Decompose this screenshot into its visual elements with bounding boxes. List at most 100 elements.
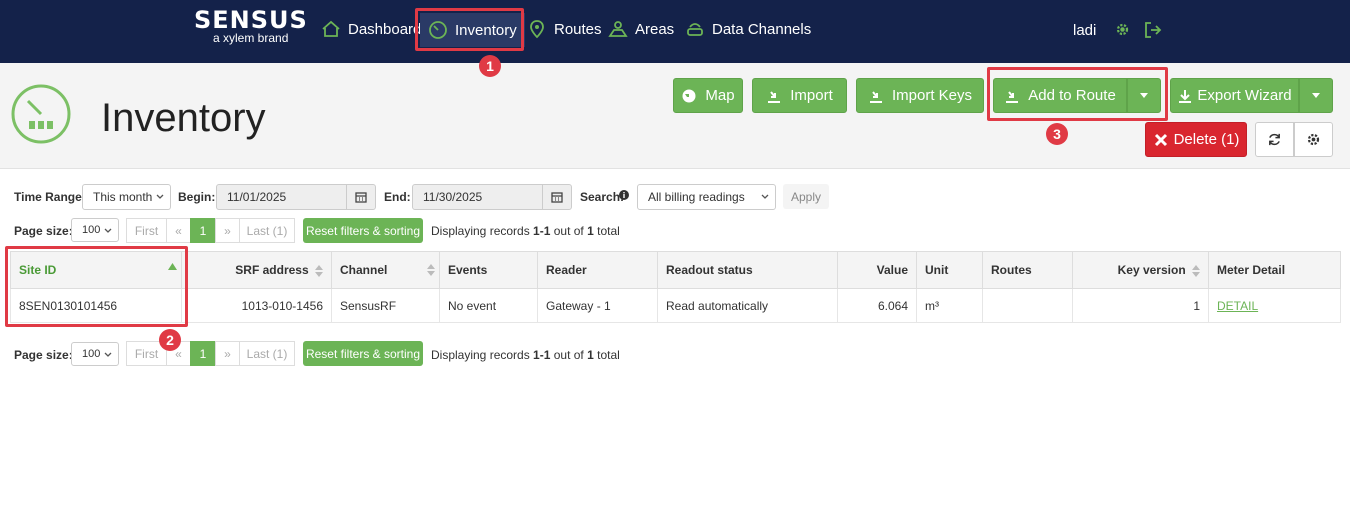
column-header-srf-address[interactable]: SRF address xyxy=(181,251,332,289)
column-header-unit[interactable]: Unit xyxy=(916,251,983,289)
sort-icon xyxy=(1192,264,1200,277)
table-header-row: Site ID SRF address Channel Events Reade… xyxy=(10,251,1341,289)
step-badge-3: 3 xyxy=(1046,123,1068,145)
current-page-button[interactable]: 1 xyxy=(190,218,216,243)
next-page-button[interactable]: » xyxy=(215,218,240,243)
column-header-value[interactable]: Value xyxy=(837,251,917,289)
first-page-button[interactable]: First xyxy=(126,218,167,243)
cell-routes xyxy=(982,288,1073,323)
sort-icon xyxy=(427,264,435,276)
records-out-of: out of xyxy=(550,348,588,362)
end-label: End: xyxy=(384,190,411,204)
column-header-meter-detail[interactable]: Meter Detail xyxy=(1208,251,1341,289)
map-button[interactable]: Map xyxy=(673,78,743,113)
records-prefix: Displaying records xyxy=(431,348,534,362)
router-icon xyxy=(687,23,703,36)
refresh-icon xyxy=(1269,133,1280,146)
apply-button[interactable]: Apply xyxy=(783,184,829,209)
import-icon xyxy=(869,90,882,103)
end-date-value: 11/30/2025 xyxy=(423,190,483,204)
nav-data-channels-label: Data Channels xyxy=(712,20,812,38)
last-page-button[interactable]: Last (1) xyxy=(239,218,295,243)
column-header-routes[interactable]: Routes xyxy=(982,251,1073,289)
close-icon xyxy=(1154,133,1167,146)
last-page-button-bottom[interactable]: Last (1) xyxy=(239,341,295,366)
reset-filters-button-bottom[interactable]: Reset filters & sorting xyxy=(303,341,423,366)
reset-filters-button[interactable]: Reset filters & sorting xyxy=(303,218,423,243)
cell-value: 6.064 xyxy=(837,288,917,323)
step-badge-2: 2 xyxy=(159,329,181,351)
time-range-select[interactable]: This month xyxy=(82,184,171,210)
calendar-icon xyxy=(551,192,563,203)
cell-reader: Gateway - 1 xyxy=(537,288,658,323)
current-page-button-bottom[interactable]: 1 xyxy=(190,341,216,366)
import-keys-label: Import Keys xyxy=(891,87,973,104)
begin-date-value: 11/01/2025 xyxy=(227,190,287,204)
user-name[interactable]: ladi xyxy=(1073,22,1096,39)
logout-icon[interactable] xyxy=(1143,20,1163,40)
download-icon xyxy=(1179,89,1192,103)
time-range-value: This month xyxy=(93,190,153,204)
export-wizard-label: Export Wizard xyxy=(1197,87,1292,104)
import-keys-button[interactable]: Import Keys xyxy=(856,78,984,113)
refresh-button[interactable] xyxy=(1255,122,1294,157)
cell-events: No event xyxy=(439,288,538,323)
export-wizard-dropdown[interactable] xyxy=(1299,78,1333,113)
records-range: 1-1 xyxy=(533,348,551,362)
gear-icon[interactable] xyxy=(1115,22,1130,37)
chevron-down-icon xyxy=(761,194,769,199)
highlight-box-add-to-route xyxy=(987,67,1168,121)
settings-button[interactable] xyxy=(1294,122,1333,157)
chevron-down-icon xyxy=(104,228,112,233)
next-page-button-bottom[interactable]: » xyxy=(215,341,240,366)
page-size-select-bottom[interactable]: 100 xyxy=(71,342,119,366)
import-icon xyxy=(768,90,781,103)
page-size-value: 100 xyxy=(82,224,101,236)
records-suffix: total xyxy=(593,348,620,362)
home-icon xyxy=(322,20,340,37)
inventory-gauge-icon xyxy=(11,84,71,144)
sort-icon xyxy=(315,264,323,277)
info-icon[interactable] xyxy=(619,190,629,200)
records-prefix: Displaying records xyxy=(431,224,534,238)
nav-areas-label: Areas xyxy=(635,20,675,38)
column-header-channel[interactable]: Channel xyxy=(331,251,440,289)
end-date-input[interactable]: 11/30/2025 xyxy=(412,184,544,210)
cell-unit: m³ xyxy=(916,288,983,323)
nav-dashboard[interactable]: Dashboard xyxy=(321,14,421,44)
inventory-table: Site ID SRF address Channel Events Reade… xyxy=(10,251,1341,323)
prev-page-button[interactable]: « xyxy=(166,218,191,243)
nav-routes[interactable]: Routes xyxy=(527,14,602,44)
highlight-box-inventory xyxy=(415,8,524,51)
chevron-down-icon xyxy=(104,352,112,357)
detail-link[interactable]: DETAIL xyxy=(1217,299,1258,313)
export-wizard-button[interactable]: Export Wizard xyxy=(1170,78,1299,113)
nav-dashboard-label: Dashboard xyxy=(348,20,422,38)
step-badge-1: 1 xyxy=(479,55,501,77)
search-label: Search: xyxy=(580,190,625,204)
cell-channel: SensusRF xyxy=(331,288,440,323)
column-header-key-version[interactable]: Key version xyxy=(1072,251,1209,289)
end-calendar-button[interactable] xyxy=(542,184,572,210)
globe-icon xyxy=(682,89,696,102)
delete-label: Delete (1) xyxy=(1173,131,1240,148)
column-header-label: Key version xyxy=(1117,263,1186,277)
nav-data-channels[interactable]: Data Channels xyxy=(685,14,811,44)
table-row[interactable]: 8SEN0130101456 1013-010-1456 SensusRF No… xyxy=(10,288,1341,323)
logo-subtext: a xylem brand xyxy=(213,31,289,45)
nav-areas[interactable]: Areas xyxy=(608,14,674,44)
begin-date-input[interactable]: 11/01/2025 xyxy=(216,184,348,210)
column-header-readout-status[interactable]: Readout status xyxy=(657,251,838,289)
chevron-down-icon xyxy=(156,194,164,199)
import-button[interactable]: Import xyxy=(752,78,847,113)
column-header-reader[interactable]: Reader xyxy=(537,251,658,289)
records-range: 1-1 xyxy=(533,224,551,238)
search-select[interactable]: All billing readings xyxy=(637,184,776,210)
page-size-select[interactable]: 100 xyxy=(71,218,119,242)
records-total: 1 xyxy=(587,348,594,362)
column-header-events[interactable]: Events xyxy=(439,251,538,289)
begin-calendar-button[interactable] xyxy=(346,184,376,210)
page-size-label: Page size: xyxy=(14,224,73,238)
delete-button[interactable]: Delete (1) xyxy=(1145,122,1247,157)
sensus-logo[interactable]: SENSUS a xylem brand xyxy=(194,6,307,46)
